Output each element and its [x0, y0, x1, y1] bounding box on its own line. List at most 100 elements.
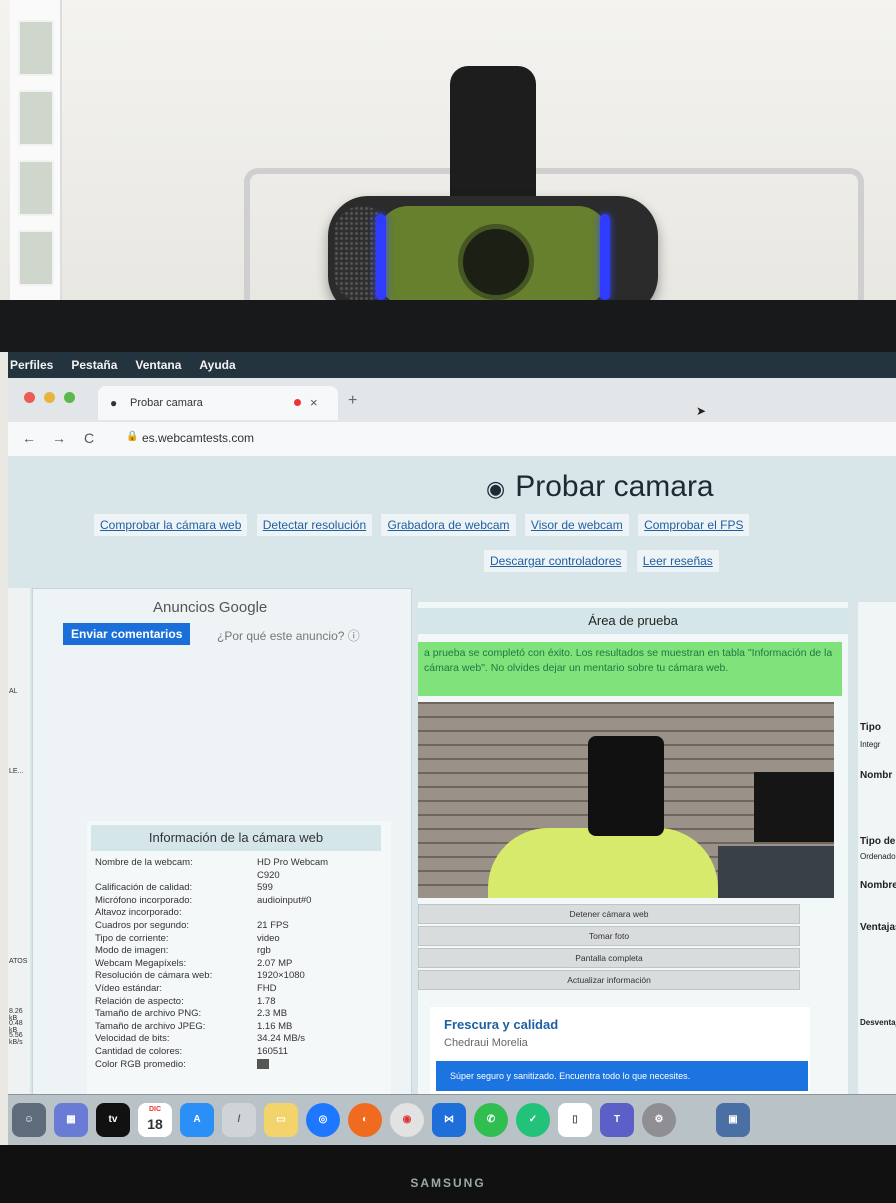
fullscreen-button[interactable]: Pantalla completa [418, 948, 800, 968]
zoom-window-button[interactable] [64, 392, 75, 403]
whatsapp-icon[interactable]: ✆ [474, 1103, 508, 1137]
launchpad-icon[interactable]: ▦ [54, 1103, 88, 1137]
info-key: Tipo de corriente: [95, 932, 169, 944]
menu-ventana[interactable]: Ventana [135, 358, 181, 372]
ad-card-banner[interactable]: Súper seguro y sanitizado. Encuentra tod… [436, 1061, 808, 1091]
lock-icon: 🔒 [126, 431, 139, 442]
stop-webcam-button[interactable]: Detener cámara web [418, 904, 800, 924]
info-value: 34.24 MB/s [257, 1033, 306, 1045]
window-pane [18, 90, 54, 146]
tab-probar-camara[interactable]: ● Probar camara × [98, 386, 338, 420]
success-message: a prueba se completó con éxito. Los resu… [418, 642, 842, 696]
close-window-button[interactable] [24, 392, 35, 403]
side-label: ATOS [9, 958, 28, 965]
nav-visor[interactable]: Visor de webcam [524, 514, 629, 536]
preview-icon[interactable]: ▣ [716, 1103, 750, 1137]
info-key: Tamaño de archivo JPEG: [95, 1020, 206, 1032]
info-value: 1.16 MB [257, 1020, 293, 1032]
app-store-icon[interactable]: A [180, 1103, 214, 1137]
right-label: Nombre d [860, 880, 896, 891]
chrome-icon[interactable]: ◉ [390, 1103, 424, 1137]
update-info-button[interactable]: Actualizar información [418, 970, 800, 990]
info-row: Resolución de cámara web: 1920×1080 [95, 970, 387, 983]
menu-pestana[interactable]: Pestaña [71, 358, 117, 372]
finder-icon[interactable]: ☺ [12, 1103, 46, 1137]
nav-comprobar-fps[interactable]: Comprobar el FPS [638, 514, 750, 536]
info-key: Modo de imagen: [95, 945, 169, 957]
nav-comprobar-camara[interactable]: Comprobar la cámara web [94, 514, 248, 536]
check-app-icon[interactable]: ✓ [516, 1103, 550, 1137]
firefox-icon[interactable]: ◐ [348, 1103, 382, 1137]
info-value: audioinput#0 [257, 894, 312, 906]
safari-icon[interactable]: ◎ [306, 1103, 340, 1137]
minimize-window-button[interactable] [44, 392, 55, 403]
info-row: Nombre de la webcam: HD Pro Webcam [95, 857, 387, 870]
nav-detectar-resolucion[interactable]: Detectar resolución [256, 514, 373, 536]
right-label: Ordenado [860, 852, 896, 861]
page-title-text: Probar camara [515, 470, 714, 503]
info-row: Velocidad de bits: 34.24 MB/s [95, 1033, 387, 1046]
mac-menubar: Perfiles Pestaña Ventana Ayuda [8, 352, 896, 378]
video-person [488, 828, 718, 898]
new-tab-button[interactable]: + [348, 392, 357, 410]
info-key: Cantidad de colores: [95, 1045, 183, 1057]
info-row: Micrófono incorporado: audioinput#0 [95, 895, 387, 908]
webcam-led-left [376, 214, 386, 300]
ad-card-subtitle: Chedraui Morelia [444, 1037, 528, 1049]
info-value: 599 [257, 882, 273, 894]
info-value [257, 907, 387, 920]
webcam-lens [458, 224, 534, 300]
window-pane [18, 160, 54, 216]
right-label: Nombr [860, 770, 893, 781]
document-icon[interactable]: ▯ [558, 1103, 592, 1137]
info-value: 21 FPS [257, 919, 289, 931]
address-bar: ← → C 🔒 es.webcamtests.com [8, 422, 896, 457]
monitor-screen: Perfiles Pestaña Ventana Ayuda ● Probar … [8, 352, 896, 1147]
reload-icon[interactable]: C [84, 430, 94, 446]
why-this-ad-link[interactable]: ¿Por qué este anuncio? ⓘ [217, 627, 360, 644]
menu-ayuda[interactable]: Ayuda [199, 358, 235, 372]
webcam-favicon-icon: ● [110, 396, 118, 410]
apple-tv-icon[interactable]: tv [96, 1103, 130, 1137]
send-feedback-button[interactable]: Enviar comentarios [63, 623, 191, 645]
nav-grabadora[interactable]: Grabadora de webcam [381, 514, 516, 536]
take-photo-button[interactable]: Tomar foto [418, 926, 800, 946]
teams-icon[interactable]: T [600, 1103, 634, 1137]
info-row: Tamaño de archivo JPEG: 1.16 MB [95, 1021, 387, 1034]
info-value: FHD [257, 982, 277, 994]
settings-icon[interactable]: ⚙ [642, 1103, 676, 1137]
info-key: Vídeo estándar: [95, 982, 163, 994]
calendar-icon[interactable]: DIC 18 [138, 1103, 172, 1137]
back-arrow-icon[interactable]: ← [22, 430, 36, 446]
forward-arrow-icon[interactable]: → [52, 430, 66, 446]
secondary-nav: Descargar controladores Leer reseñas [484, 550, 725, 572]
monitor-brand: SAMSUNG [410, 1176, 486, 1190]
info-row: Modo de imagen: rgb [95, 945, 387, 958]
info-value: 160511 [257, 1045, 288, 1057]
folder-icon[interactable]: ▭ [264, 1103, 298, 1137]
webcam-logo-icon: ◉ [486, 476, 506, 501]
info-value: 1.78 [257, 995, 276, 1007]
url-field[interactable]: es.webcamtests.com [142, 431, 254, 445]
info-value: rgb [257, 945, 271, 957]
info-key [95, 870, 257, 883]
calendar-day: 18 [147, 1116, 163, 1132]
side-label: AL [9, 688, 18, 695]
webcam-led-right [600, 214, 610, 300]
info-row: Altavoz incorporado: [95, 907, 387, 920]
right-label: Integr [860, 740, 881, 749]
side-label: LE... [9, 768, 24, 775]
info-value: 1920×1080 [257, 970, 305, 982]
nav-descargar-controladores[interactable]: Descargar controladores [484, 550, 628, 572]
info-value: video [257, 932, 280, 944]
window-frame [10, 0, 62, 320]
info-value: HD Pro Webcam [257, 857, 329, 868]
info-key: Velocidad de bits: [95, 1033, 170, 1045]
pages-icon[interactable]: / [222, 1103, 256, 1137]
vscode-icon[interactable]: ⋈ [432, 1103, 466, 1137]
right-label: Tipo [860, 722, 881, 733]
menu-perfiles[interactable]: Perfiles [10, 358, 53, 372]
ad-card[interactable]: Frescura y calidad Chedraui Morelia Súpe… [430, 1007, 810, 1099]
tab-close-icon[interactable]: × [310, 395, 318, 410]
nav-leer-resenas[interactable]: Leer reseñas [636, 550, 719, 572]
